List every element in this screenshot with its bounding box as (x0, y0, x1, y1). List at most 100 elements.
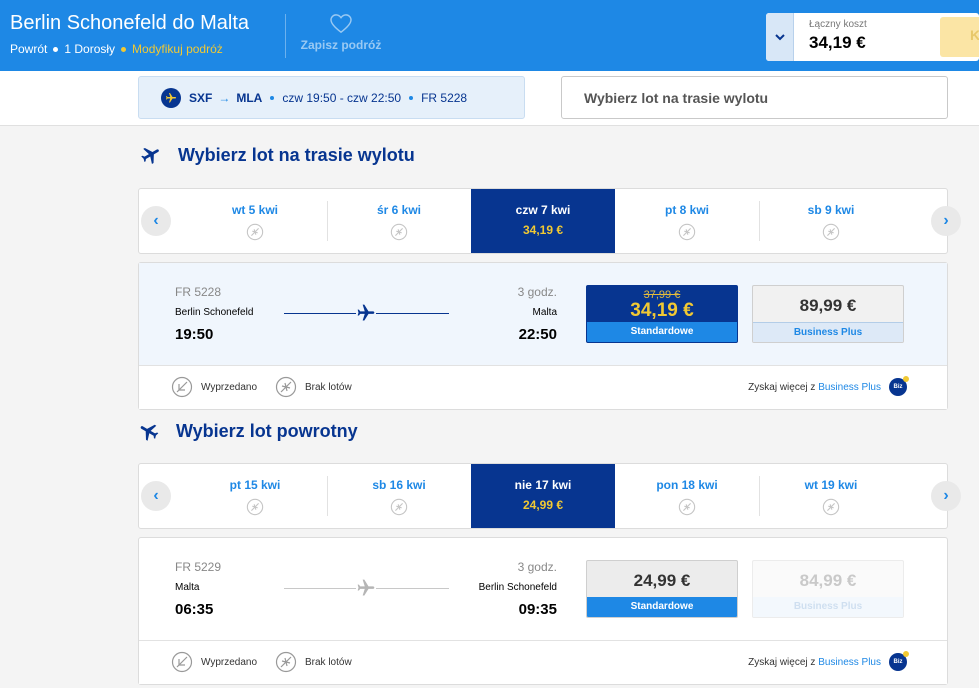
origin-code: SXF (189, 90, 213, 105)
date-tab[interactable]: pt 15 kwi (183, 464, 327, 528)
departure-city: Malta (175, 582, 200, 593)
plane-icon (141, 147, 159, 164)
business-plus-promo[interactable]: Zyskaj więcej z Business Plus (748, 657, 881, 668)
fare-price: 24,99 € (633, 571, 691, 590)
legend-label: Brak lotów (305, 656, 352, 668)
no-flights-icon (678, 498, 696, 516)
fare-price: 84,99 € (799, 571, 857, 590)
selection-bar: SXF → MLA czw 19:50 - czw 22:50 FR 5228 … (0, 71, 979, 126)
legend-row: Wyprzedano Brak lotów Zyskaj więcej z Bu… (139, 640, 947, 684)
date-tab[interactable]: pon 18 kwi (615, 464, 759, 528)
arrival-time: 22:50 (518, 326, 557, 343)
business-plus-link[interactable]: Business Plus (818, 382, 881, 393)
arrival-city: Malta (532, 307, 557, 318)
business-plus-link[interactable]: Business Plus (818, 657, 881, 668)
date-label: sb 9 kwi (807, 203, 855, 217)
total-cost-label: Łączny koszt (809, 19, 867, 30)
fare-label: Standardowe (587, 597, 737, 617)
inbound-heading: Wybierz lot powrotny (138, 420, 358, 442)
no-flights-icon (275, 651, 297, 673)
fare-label: Business Plus (753, 597, 903, 617)
flight-duration: 3 godz. (517, 285, 557, 299)
inbound-heading-text: Wybierz lot powrotny (176, 420, 358, 441)
promo-prefix: Zyskaj więcej z (748, 657, 816, 668)
selected-outbound-pill[interactable]: SXF → MLA czw 19:50 - czw 22:50 FR 5228 (138, 76, 525, 119)
date-tab-selected[interactable]: nie 17 kwi 24,99 € (471, 464, 615, 528)
flight-number: FR 5228 (175, 285, 222, 299)
date-tab[interactable]: sb 9 kwi (759, 189, 903, 253)
date-tab[interactable]: pt 8 kwi (615, 189, 759, 253)
legend-no-flights: Brak lotów (275, 376, 352, 398)
save-trip-button[interactable]: Zapisz podróż (300, 14, 382, 52)
divider (759, 476, 760, 516)
fare-price: 34,19 € (630, 300, 694, 321)
outbound-heading-text: Wybierz lot na trasie wylotu (178, 144, 415, 165)
total-cost-box[interactable]: Łączny koszt 34,19 € K (766, 13, 979, 61)
chevron-down-icon[interactable] (766, 13, 794, 61)
plane-icon (356, 578, 376, 598)
divider (759, 201, 760, 241)
trip-type: Powrót (10, 42, 48, 56)
promo-prefix: Zyskaj więcej z (748, 382, 816, 393)
fare-label: Standardowe (587, 322, 737, 342)
route-title: Berlin Schonefeld do Malta (10, 12, 250, 34)
date-price: 24,99 € (522, 498, 564, 512)
separator-dot (409, 95, 414, 100)
date-tab-selected[interactable]: czw 7 kwi 34,19 € (471, 189, 615, 253)
date-label: pt 15 kwi (229, 478, 281, 492)
date-tab[interactable]: śr 6 kwi (327, 189, 471, 253)
arrival-city: Berlin Schonefeld (478, 582, 557, 593)
date-tab[interactable]: wt 19 kwi (759, 464, 903, 528)
inbound-flight-card[interactable]: FR 5229 3 godz. Malta Berlin Schonefeld … (138, 537, 948, 685)
return-flight-placeholder[interactable]: Wybierz lot na trasie wylotu (561, 76, 948, 119)
no-flights-icon (822, 223, 840, 241)
chevron-left-icon[interactable]: ‹ (141, 206, 171, 236)
no-flights-icon (246, 498, 264, 516)
legend-sold-out: Wyprzedano (171, 651, 257, 673)
plane-icon (161, 87, 181, 108)
date-tab[interactable]: wt 5 kwi (183, 189, 327, 253)
flight-number: FR 5229 (175, 560, 222, 574)
date-label: nie 17 kwi (514, 478, 572, 492)
date-tab[interactable]: sb 16 kwi (327, 464, 471, 528)
no-flights-icon (390, 498, 408, 516)
continue-button[interactable]: K (940, 17, 979, 57)
standard-fare[interactable]: 24,99 € Standardowe (586, 560, 738, 618)
inbound-date-carousel: ‹ pt 15 kwi sb 16 kwi nie 17 kwi 24,99 €… (138, 463, 961, 529)
legend-no-flights: Brak lotów (275, 651, 352, 673)
arrow-right-icon: → (218, 90, 231, 105)
trip-summary: Powrót 1 Dorosły Modyfikuj podróż (10, 42, 223, 56)
outbound-date-carousel: ‹ wt 5 kwi śr 6 kwi czw 7 kwi 34,19 € pt… (138, 188, 961, 254)
no-flights-icon (678, 223, 696, 241)
legend-label: Wyprzedano (201, 381, 258, 393)
business-plus-promo[interactable]: Zyskaj więcej z Business Plus (748, 382, 881, 393)
date-label: pt 8 kwi (664, 203, 709, 217)
heart-icon (330, 14, 352, 34)
date-label: wt 19 kwi (804, 478, 858, 492)
flight-duration: 3 godz. (517, 560, 557, 574)
modify-trip-link[interactable]: Modyfikuj podróż (132, 42, 223, 56)
selected-times: czw 19:50 - czw 22:50 (282, 90, 402, 105)
chevron-left-icon[interactable]: ‹ (141, 481, 171, 511)
sold-out-icon (171, 651, 193, 673)
plane-icon (140, 424, 159, 441)
date-price: 34,19 € (522, 223, 564, 237)
fare-price: 89,99 € (799, 296, 857, 315)
standard-fare-selected[interactable]: 37,99 € 34,19 € Standardowe (586, 285, 738, 343)
outbound-flight-card[interactable]: FR 5228 3 godz. Berlin Schonefeld Malta … (138, 262, 948, 410)
save-trip-label: Zapisz podróż (300, 38, 382, 52)
chevron-right-icon[interactable]: › (931, 206, 961, 236)
business-plus-fare[interactable]: 89,99 € Business Plus (752, 285, 904, 343)
departure-time: 06:35 (175, 601, 214, 618)
no-flights-icon (246, 223, 264, 241)
chevron-right-icon[interactable]: › (931, 481, 961, 511)
business-plus-badge-icon: Biz (889, 651, 909, 671)
date-label: wt 5 kwi (231, 203, 278, 217)
date-label: pon 18 kwi (656, 478, 718, 492)
total-cost-value: 34,19 € (809, 33, 866, 52)
legend-sold-out: Wyprzedano (171, 376, 257, 398)
selected-flight-number: FR 5228 (421, 90, 468, 105)
flight-details: FR 5228 3 godz. Berlin Schonefeld Malta … (139, 263, 947, 365)
divider (327, 476, 328, 516)
date-label: sb 16 kwi (372, 478, 426, 492)
